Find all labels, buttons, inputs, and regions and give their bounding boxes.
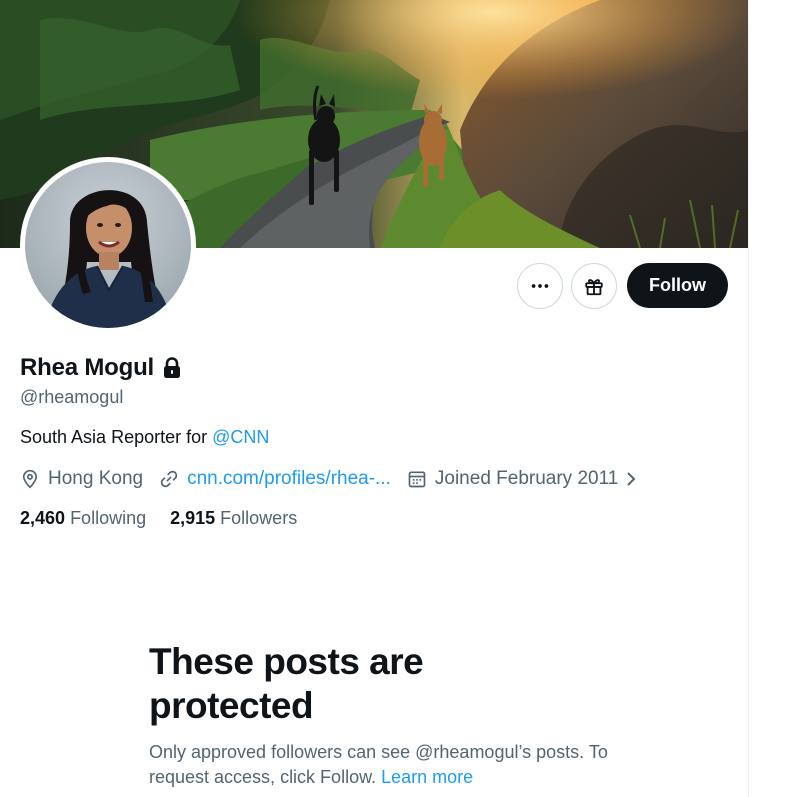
avatar[interactable] [20, 157, 196, 333]
profile-column: Follow Rhea Mogul @rheamogul South Asia … [0, 0, 748, 797]
protected-message: Only approved followers can see @rheamog… [149, 740, 619, 790]
link-icon [160, 470, 178, 488]
protected-text: Only approved followers can see @rheamog… [149, 742, 608, 787]
bio-mention-link[interactable]: @CNN [212, 427, 269, 447]
calendar-icon [408, 471, 426, 488]
learn-more-link[interactable]: Learn more [381, 767, 473, 787]
website-link[interactable]: cnn.com/profiles/rhea-... [187, 468, 391, 490]
chevron-right-icon [627, 472, 636, 486]
column-border [748, 0, 749, 797]
avatar-image [25, 162, 191, 328]
more-options-button[interactable] [517, 263, 563, 309]
joined-text: Joined February 2011 [434, 468, 619, 489]
protected-title: These posts are protected [149, 641, 424, 726]
bio-text: South Asia Reporter for [20, 427, 213, 447]
joined-item[interactable]: Joined February 2011 [407, 468, 646, 490]
location-item: Hong Kong [20, 468, 143, 490]
profile-bio: South Asia Reporter for @CNN [20, 427, 269, 448]
followers-label: Followers [220, 507, 298, 528]
following-label: Following [70, 507, 147, 528]
profile-name-row: Rhea Mogul [20, 353, 182, 383]
profile-stats: 2,460 Following 2,915 Followers [20, 505, 321, 531]
gift-icon [585, 279, 603, 296]
more-icon [531, 284, 549, 288]
location-icon [22, 469, 38, 489]
follow-button[interactable]: Follow [627, 263, 728, 308]
gift-button[interactable] [571, 263, 617, 309]
followers-link[interactable]: 2,915 Followers [170, 508, 297, 529]
following-count: 2,460 [20, 507, 66, 528]
website-item: cnn.com/profiles/rhea-... [159, 468, 391, 490]
location-text: Hong Kong [48, 468, 144, 489]
following-link[interactable]: 2,460 Following [20, 508, 146, 529]
lock-icon [162, 357, 182, 379]
profile-handle: @rheamogul [20, 387, 124, 407]
profile-meta: Hong Kong cnn.com/profiles/rhea-... Join… [20, 465, 662, 493]
display-name: Rhea Mogul [20, 354, 154, 381]
followers-count: 2,915 [170, 507, 216, 528]
